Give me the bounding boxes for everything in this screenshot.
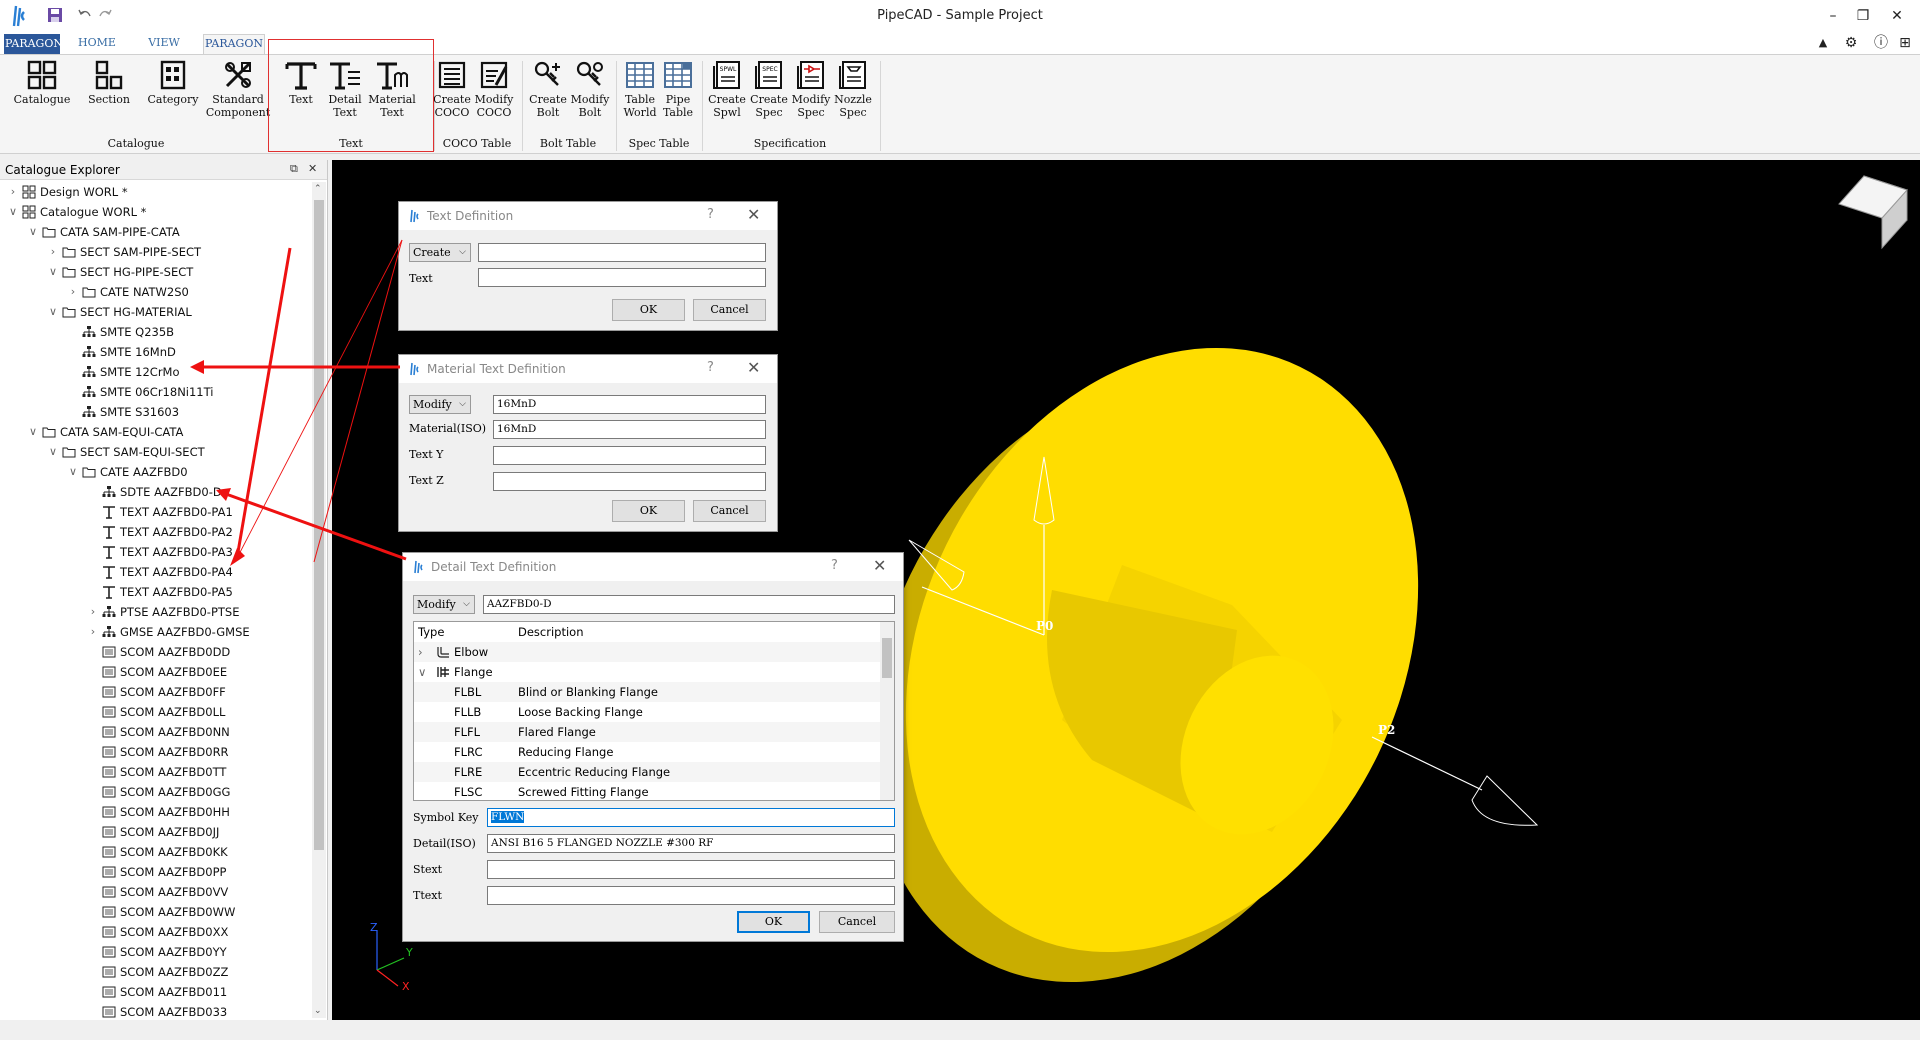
annotation-overlay: [190, 239, 407, 566]
text-dialog-pointer-line: [313, 239, 403, 563]
text-arrow-head: [230, 548, 245, 566]
material-arrow-head: [190, 360, 204, 374]
text-connector-line: [234, 239, 403, 563]
text-arrow-shaft: [235, 247, 292, 559]
